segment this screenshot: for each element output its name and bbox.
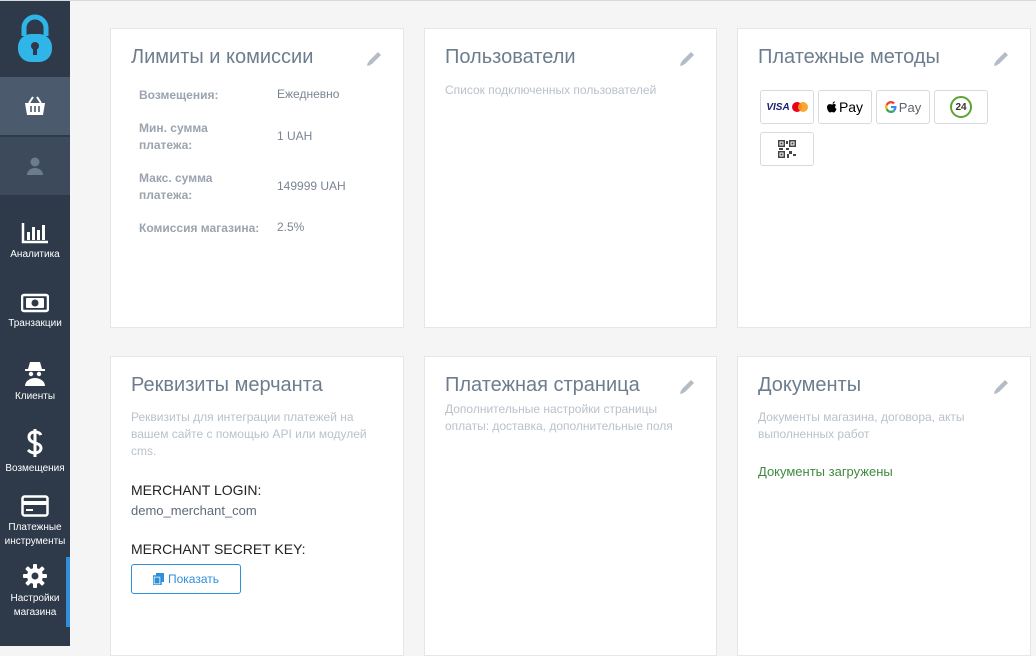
limits-key: Возмещения: (139, 88, 219, 102)
limits-title: Лимиты и комиссии (131, 46, 314, 68)
apple-pay-method[interactable]: Pay (818, 90, 872, 124)
limits-key: Комиссия магазина: (139, 221, 260, 235)
merchant-description: Реквизиты для интеграции платежей на ваш… (131, 410, 367, 458)
users-title: Пользователи (445, 46, 576, 68)
payment-methods-card: Платежные методы VISA Pay Pay 24 (737, 28, 1031, 328)
edit-users-button[interactable] (678, 50, 696, 68)
limits-value: 149999 UAH (277, 179, 346, 193)
show-secret-key-button[interactable]: Показать (131, 564, 241, 594)
pencil-icon (680, 380, 694, 394)
sidebar-item-shop-settings[interactable]: Настройки магазина (0, 557, 70, 627)
dollar-icon (26, 429, 43, 457)
sidebar-item-label: Клиенты (14, 391, 56, 402)
mastercard-icon (791, 102, 808, 112)
pencil-icon (994, 52, 1008, 66)
users-description: Список подключенных пользователей (445, 83, 657, 97)
limits-card: Лимиты и комиссии Возмещения: Ежедневно … (110, 28, 404, 328)
payment-methods-title: Платежные методы (758, 46, 940, 68)
google-pay-label: Pay (898, 99, 922, 115)
copy-icon (152, 573, 164, 585)
profile-nav-button[interactable] (0, 137, 70, 195)
payment-page-card: Платежная страница Дополнительные настро… (424, 356, 717, 656)
payment-page-description: Дополнительные настройки страницы оплаты… (445, 402, 673, 433)
visa-mastercard-method[interactable]: VISA (760, 90, 814, 124)
sidebar: Аналитика Транзакции Клиенты Возмещения (0, 1, 70, 646)
sidebar-item-clients[interactable]: Клиенты (0, 347, 70, 417)
users-card: Пользователи Список подключенных пользов… (424, 28, 717, 328)
apple-pay-label: Pay (838, 99, 864, 115)
limits-key: Мин. сумма платежа: (139, 121, 208, 152)
limits-value: 1 UAH (277, 129, 313, 143)
privat24-badge: 24 (950, 96, 972, 118)
user-icon (27, 157, 43, 175)
limits-value: 2.5% (277, 220, 305, 234)
lock-logo-icon (18, 14, 52, 62)
privat24-method[interactable]: 24 (934, 90, 988, 124)
limits-key: Макс. сумма платежа: (139, 171, 213, 202)
sidebar-item-label: Возмещения (5, 463, 65, 474)
shop-nav-button[interactable] (0, 77, 70, 135)
qr-code-icon (778, 140, 796, 158)
limits-value: Ежедневно (277, 87, 340, 101)
documents-title: Документы (758, 374, 862, 396)
edit-limits-button[interactable] (365, 50, 383, 68)
visa-label: VISA (766, 101, 790, 113)
merchant-login-value: demo_merchant_com (131, 503, 257, 518)
sidebar-item-label: Аналитика (10, 249, 60, 260)
qr-code-method[interactable] (760, 132, 814, 166)
gear-icon (23, 564, 47, 588)
documents-description: Документы магазина, договора, акты выпол… (758, 410, 965, 441)
documents-card: Документы Документы магазина, договора, … (737, 356, 1031, 656)
pencil-icon (367, 52, 381, 66)
incognito-user-icon (25, 362, 45, 386)
sidebar-item-label: Платежные инструменты (4, 522, 66, 547)
google-pay-method[interactable]: Pay (876, 90, 930, 124)
logo[interactable] (0, 1, 70, 77)
pencil-icon (994, 380, 1008, 394)
merchant-login-label: MERCHANT LOGIN: (131, 482, 262, 498)
google-icon (884, 101, 897, 113)
apple-icon (826, 100, 837, 112)
payment-page-title: Платежная страница (445, 374, 640, 396)
edit-payment-methods-button[interactable] (992, 50, 1010, 68)
merchant-title: Реквизиты мерчанта (131, 374, 323, 396)
sidebar-item-analytics[interactable]: Аналитика (0, 207, 70, 277)
sidebar-item-refunds[interactable]: Возмещения (0, 417, 70, 487)
basket-icon (25, 96, 45, 115)
payment-methods-list: VISA Pay Pay 24 (760, 90, 1000, 174)
pencil-icon (680, 52, 694, 66)
merchant-card: Реквизиты мерчанта Реквизиты для интегра… (110, 356, 404, 656)
sidebar-item-label: Транзакции (8, 318, 62, 329)
sidebar-item-payment-tools[interactable]: Платежные инструменты (0, 487, 70, 557)
show-button-label: Показать (167, 572, 219, 586)
edit-payment-page-button[interactable] (678, 378, 696, 396)
credit-card-icon (21, 495, 49, 517)
bar-chart-icon (21, 223, 48, 244)
sidebar-item-transactions[interactable]: Транзакции (0, 277, 70, 347)
privat24-label: 24 (955, 101, 967, 113)
edit-documents-button[interactable] (992, 378, 1010, 396)
sidebar-item-label: Настройки магазина (10, 593, 60, 618)
documents-status: Документы загружены (758, 464, 893, 479)
merchant-secret-label: MERCHANT SECRET KEY: (131, 541, 306, 557)
money-icon (21, 293, 49, 313)
